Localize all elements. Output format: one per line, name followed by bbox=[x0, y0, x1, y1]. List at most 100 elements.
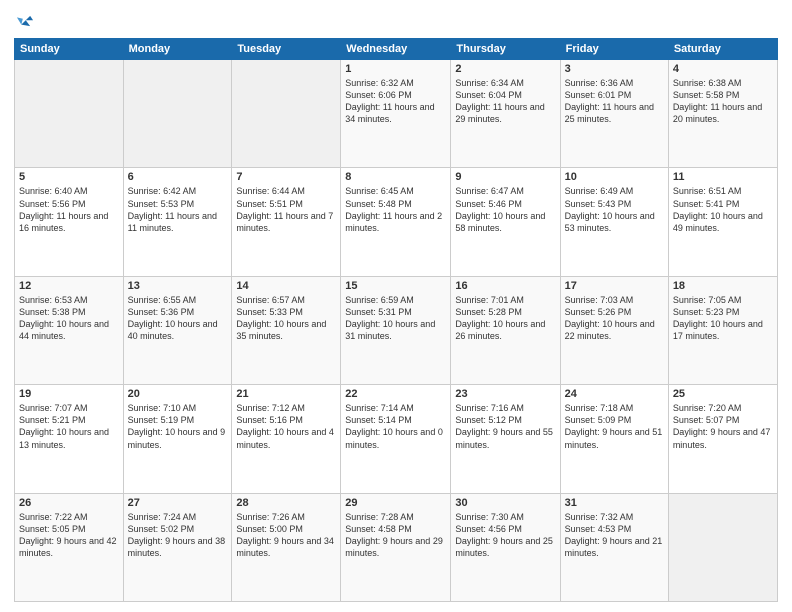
day-content: Sunrise: 7:10 AM Sunset: 5:19 PM Dayligh… bbox=[128, 402, 228, 451]
calendar-cell: 6 Sunrise: 6:42 AM Sunset: 5:53 PM Daylig… bbox=[123, 168, 232, 276]
day-number: 7 bbox=[236, 171, 336, 183]
logo bbox=[14, 10, 40, 32]
day-content: Sunrise: 7:22 AM Sunset: 5:05 PM Dayligh… bbox=[19, 511, 119, 560]
day-number: 20 bbox=[128, 388, 228, 400]
day-number: 4 bbox=[673, 63, 773, 75]
calendar-body: 1Sunrise: 6:32 AM Sunset: 6:06 PM Daylig… bbox=[15, 60, 778, 602]
calendar-cell: 29 Sunrise: 7:28 AM Sunset: 4:58 PM Dayli… bbox=[341, 493, 451, 601]
weekday-thursday: Thursday bbox=[451, 39, 560, 60]
day-number: 30 bbox=[455, 497, 555, 509]
calendar-cell: 5Sunrise: 6:40 AM Sunset: 5:56 PM Daylig… bbox=[15, 168, 124, 276]
day-content: Sunrise: 6:32 AM Sunset: 6:06 PM Dayligh… bbox=[345, 77, 446, 126]
calendar-cell: 4 Sunrise: 6:38 AM Sunset: 5:58 PM Daylig… bbox=[668, 60, 777, 168]
calendar-cell bbox=[668, 493, 777, 601]
week-row-2: 5Sunrise: 6:40 AM Sunset: 5:56 PM Daylig… bbox=[15, 168, 778, 276]
day-content: Sunrise: 7:18 AM Sunset: 5:09 PM Dayligh… bbox=[565, 402, 664, 451]
day-number: 26 bbox=[19, 497, 119, 509]
day-number: 19 bbox=[19, 388, 119, 400]
page: SundayMondayTuesdayWednesdayThursdayFrid… bbox=[0, 0, 792, 612]
day-content: Sunrise: 7:24 AM Sunset: 5:02 PM Dayligh… bbox=[128, 511, 228, 560]
day-number: 2 bbox=[455, 63, 555, 75]
day-number: 21 bbox=[236, 388, 336, 400]
day-number: 25 bbox=[673, 388, 773, 400]
calendar-cell: 30 Sunrise: 7:30 AM Sunset: 4:56 PM Dayli… bbox=[451, 493, 560, 601]
day-content: Sunrise: 7:05 AM Sunset: 5:23 PM Dayligh… bbox=[673, 294, 773, 343]
day-content: Sunrise: 6:36 AM Sunset: 6:01 PM Dayligh… bbox=[565, 77, 664, 126]
calendar-cell: 14 Sunrise: 6:57 AM Sunset: 5:33 PM Dayli… bbox=[232, 276, 341, 384]
calendar-cell: 8 Sunrise: 6:45 AM Sunset: 5:48 PM Daylig… bbox=[341, 168, 451, 276]
day-number: 6 bbox=[128, 171, 228, 183]
day-number: 5 bbox=[19, 171, 119, 183]
day-content: Sunrise: 6:44 AM Sunset: 5:51 PM Dayligh… bbox=[236, 185, 336, 234]
calendar-cell: 31Sunrise: 7:32 AM Sunset: 4:53 PM Dayli… bbox=[560, 493, 668, 601]
day-content: Sunrise: 7:30 AM Sunset: 4:56 PM Dayligh… bbox=[455, 511, 555, 560]
day-content: Sunrise: 7:03 AM Sunset: 5:26 PM Dayligh… bbox=[565, 294, 664, 343]
day-number: 27 bbox=[128, 497, 228, 509]
calendar-cell: 2 Sunrise: 6:34 AM Sunset: 6:04 PM Daylig… bbox=[451, 60, 560, 168]
calendar-cell: 19Sunrise: 7:07 AM Sunset: 5:21 PM Dayli… bbox=[15, 385, 124, 493]
day-content: Sunrise: 7:12 AM Sunset: 5:16 PM Dayligh… bbox=[236, 402, 336, 451]
calendar-cell: 15 Sunrise: 6:59 AM Sunset: 5:31 PM Dayli… bbox=[341, 276, 451, 384]
day-content: Sunrise: 7:26 AM Sunset: 5:00 PM Dayligh… bbox=[236, 511, 336, 560]
day-number: 9 bbox=[455, 171, 555, 183]
day-content: Sunrise: 7:20 AM Sunset: 5:07 PM Dayligh… bbox=[673, 402, 773, 451]
day-content: Sunrise: 6:38 AM Sunset: 5:58 PM Dayligh… bbox=[673, 77, 773, 126]
week-row-4: 19Sunrise: 7:07 AM Sunset: 5:21 PM Dayli… bbox=[15, 385, 778, 493]
day-number: 16 bbox=[455, 280, 555, 292]
calendar-cell bbox=[232, 60, 341, 168]
weekday-saturday: Saturday bbox=[668, 39, 777, 60]
weekday-monday: Monday bbox=[123, 39, 232, 60]
day-content: Sunrise: 7:14 AM Sunset: 5:14 PM Dayligh… bbox=[345, 402, 446, 451]
day-content: Sunrise: 6:45 AM Sunset: 5:48 PM Dayligh… bbox=[345, 185, 446, 234]
calendar-cell: 22 Sunrise: 7:14 AM Sunset: 5:14 PM Dayli… bbox=[341, 385, 451, 493]
week-row-1: 1Sunrise: 6:32 AM Sunset: 6:06 PM Daylig… bbox=[15, 60, 778, 168]
week-row-5: 26 Sunrise: 7:22 AM Sunset: 5:05 PM Dayli… bbox=[15, 493, 778, 601]
calendar-cell: 20 Sunrise: 7:10 AM Sunset: 5:19 PM Dayli… bbox=[123, 385, 232, 493]
calendar-cell bbox=[15, 60, 124, 168]
day-number: 15 bbox=[345, 280, 446, 292]
day-content: Sunrise: 6:51 AM Sunset: 5:41 PM Dayligh… bbox=[673, 185, 773, 234]
weekday-wednesday: Wednesday bbox=[341, 39, 451, 60]
calendar-cell: 25 Sunrise: 7:20 AM Sunset: 5:07 PM Dayli… bbox=[668, 385, 777, 493]
day-number: 11 bbox=[673, 171, 773, 183]
day-content: Sunrise: 6:57 AM Sunset: 5:33 PM Dayligh… bbox=[236, 294, 336, 343]
day-number: 24 bbox=[565, 388, 664, 400]
day-number: 12 bbox=[19, 280, 119, 292]
calendar-cell: 27 Sunrise: 7:24 AM Sunset: 5:02 PM Dayli… bbox=[123, 493, 232, 601]
day-number: 29 bbox=[345, 497, 446, 509]
day-content: Sunrise: 7:01 AM Sunset: 5:28 PM Dayligh… bbox=[455, 294, 555, 343]
day-number: 10 bbox=[565, 171, 664, 183]
weekday-header-row: SundayMondayTuesdayWednesdayThursdayFrid… bbox=[15, 39, 778, 60]
calendar-cell: 11 Sunrise: 6:51 AM Sunset: 5:41 PM Dayli… bbox=[668, 168, 777, 276]
day-content: Sunrise: 6:42 AM Sunset: 5:53 PM Dayligh… bbox=[128, 185, 228, 234]
day-number: 8 bbox=[345, 171, 446, 183]
calendar-header: SundayMondayTuesdayWednesdayThursdayFrid… bbox=[15, 39, 778, 60]
calendar-cell: 10Sunrise: 6:49 AM Sunset: 5:43 PM Dayli… bbox=[560, 168, 668, 276]
calendar-cell: 16 Sunrise: 7:01 AM Sunset: 5:28 PM Dayli… bbox=[451, 276, 560, 384]
calendar-cell: 24 Sunrise: 7:18 AM Sunset: 5:09 PM Dayli… bbox=[560, 385, 668, 493]
day-number: 17 bbox=[565, 280, 664, 292]
day-number: 3 bbox=[565, 63, 664, 75]
calendar-cell bbox=[123, 60, 232, 168]
day-number: 23 bbox=[455, 388, 555, 400]
calendar-cell: 3 Sunrise: 6:36 AM Sunset: 6:01 PM Daylig… bbox=[560, 60, 668, 168]
weekday-tuesday: Tuesday bbox=[232, 39, 341, 60]
calendar-cell: 28Sunrise: 7:26 AM Sunset: 5:00 PM Dayli… bbox=[232, 493, 341, 601]
header bbox=[14, 10, 778, 32]
day-content: Sunrise: 6:55 AM Sunset: 5:36 PM Dayligh… bbox=[128, 294, 228, 343]
day-number: 14 bbox=[236, 280, 336, 292]
calendar-cell: 13 Sunrise: 6:55 AM Sunset: 5:36 PM Dayli… bbox=[123, 276, 232, 384]
calendar-cell: 1Sunrise: 6:32 AM Sunset: 6:06 PM Daylig… bbox=[341, 60, 451, 168]
calendar-cell: 23 Sunrise: 7:16 AM Sunset: 5:12 PM Dayli… bbox=[451, 385, 560, 493]
calendar-cell: 12Sunrise: 6:53 AM Sunset: 5:38 PM Dayli… bbox=[15, 276, 124, 384]
day-number: 13 bbox=[128, 280, 228, 292]
day-content: Sunrise: 7:32 AM Sunset: 4:53 PM Dayligh… bbox=[565, 511, 664, 560]
day-content: Sunrise: 7:28 AM Sunset: 4:58 PM Dayligh… bbox=[345, 511, 446, 560]
calendar-cell: 7 Sunrise: 6:44 AM Sunset: 5:51 PM Daylig… bbox=[232, 168, 341, 276]
day-number: 22 bbox=[345, 388, 446, 400]
weekday-friday: Friday bbox=[560, 39, 668, 60]
day-content: Sunrise: 6:34 AM Sunset: 6:04 PM Dayligh… bbox=[455, 77, 555, 126]
day-content: Sunrise: 7:16 AM Sunset: 5:12 PM Dayligh… bbox=[455, 402, 555, 451]
day-content: Sunrise: 6:59 AM Sunset: 5:31 PM Dayligh… bbox=[345, 294, 446, 343]
calendar-table: SundayMondayTuesdayWednesdayThursdayFrid… bbox=[14, 38, 778, 602]
